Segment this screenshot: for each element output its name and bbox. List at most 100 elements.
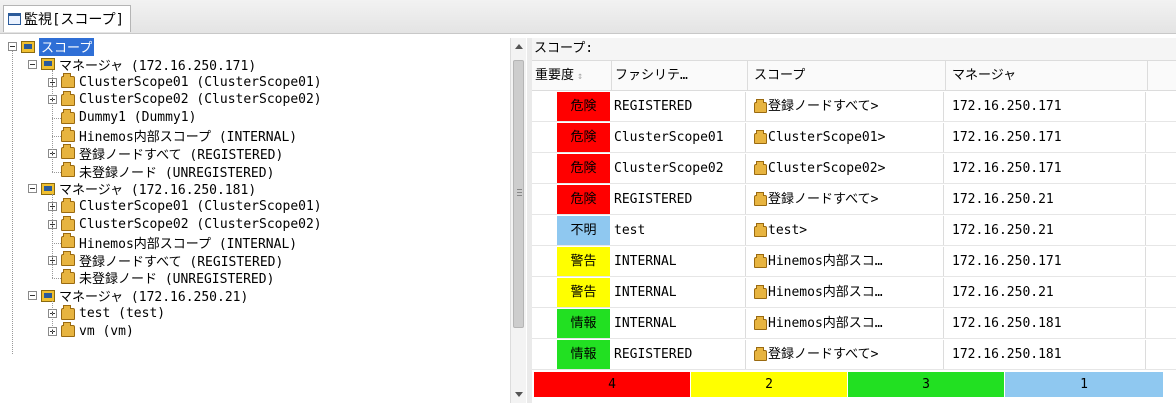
tree-node-label: ClusterScope01 (ClusterScope01) [79, 74, 322, 90]
tree-node-scope[interactable]: ClusterScope01 (ClusterScope01) [48, 197, 322, 215]
tree-node-label: マネージャ (172.16.250.171) [59, 58, 257, 74]
column-header-filler [1148, 61, 1176, 91]
scope-folder-icon [61, 126, 75, 142]
manager-icon [21, 40, 35, 53]
tree-node-label: ClusterScope01 (ClusterScope01) [79, 199, 322, 215]
facility-cell: REGISTERED [612, 185, 746, 214]
manager-cell: 172.16.250.181 [946, 309, 1146, 338]
scope-cell: Hinemos内部スコ… [748, 278, 944, 307]
tree-node-scope[interactable]: 未登録ノード (UNREGISTERED) [48, 268, 274, 287]
collapse-icon[interactable] [8, 42, 17, 51]
scope-tree[interactable]: スコープ マネージャ (172.16.250.171) ClusterScope01… [8, 38, 510, 403]
tree-node-scope[interactable]: ClusterScope02 (ClusterScope02) [48, 90, 322, 108]
column-header-facility[interactable]: ファシリテ… [612, 61, 748, 91]
tree-node-scope[interactable]: Hinemos内部スコープ (INTERNAL) [48, 126, 298, 145]
table-row[interactable]: 危険 REGISTERED 登録ノードすべて> 172.16.250.171 [532, 91, 1176, 122]
table-row[interactable]: 危険 REGISTERED 登録ノードすべて> 172.16.250.21 [532, 184, 1176, 215]
tree-node-scope[interactable]: Hinemos内部スコープ (INTERNAL) [48, 233, 297, 252]
severity-badge: 危険 [557, 123, 610, 152]
tree-node-label: ClusterScope02 (ClusterScope02) [79, 217, 322, 232]
severity-summary-bar: 4231 [534, 372, 1164, 397]
scope-folder-icon [754, 347, 767, 361]
scope-folder-icon [61, 162, 75, 178]
tree-node-scope[interactable]: vm (vm) [48, 322, 134, 340]
table-row[interactable]: 警告 INTERNAL Hinemos内部スコ… 172.16.250.171 [532, 246, 1176, 277]
view-titlebar: 監視[スコープ] [0, 0, 1176, 34]
tree-scrollbar[interactable] [510, 38, 526, 403]
facility-cell: test [612, 216, 746, 245]
scope-folder-icon [61, 108, 75, 124]
tree-node-label: Hinemos内部スコープ (INTERNAL) [79, 130, 298, 145]
table-row[interactable]: 情報 REGISTERED 登録ノードすべて> 172.16.250.181 [532, 339, 1176, 370]
tree-node-label: vm (vm) [79, 323, 134, 339]
tree-node-label: ClusterScope02 (ClusterScope02) [79, 92, 322, 108]
scope-cell: Hinemos内部スコ… [748, 247, 944, 276]
severity-count-cell: 1 [1005, 372, 1164, 397]
severity-badge: 警告 [557, 247, 610, 276]
manager-cell: 172.16.250.181 [946, 340, 1146, 369]
view-tab[interactable]: 監視[スコープ] [3, 5, 132, 32]
scope-folder-icon [754, 130, 767, 144]
table-row[interactable]: 不明 test test> 172.16.250.21 [532, 215, 1176, 246]
monitor-scope-view: 監視[スコープ] スコープ マネージャ (172.16.250.171) Clust… [0, 0, 1176, 403]
manager-cell: 172.16.250.171 [946, 123, 1146, 152]
manager-cell: 172.16.250.21 [946, 185, 1146, 214]
tree-node-manager[interactable]: マネージャ (172.16.250.21) [28, 287, 249, 306]
tree-node-scope[interactable]: 登録ノードすべて (REGISTERED) [48, 144, 283, 163]
severity-badge: 警告 [557, 278, 610, 307]
manager-icon [41, 58, 55, 71]
severity-count-cell: 2 [691, 372, 848, 397]
manager-cell: 172.16.250.21 [946, 216, 1146, 245]
scope-cell: Hinemos内部スコ… [748, 309, 944, 338]
scope-cell: 登録ノードすべて> [748, 185, 944, 214]
tree-node-manager[interactable]: マネージャ (172.16.250.171) [28, 56, 257, 74]
facility-cell: INTERNAL [612, 309, 746, 338]
tree-node-label: 未登録ノード (UNREGISTERED) [79, 165, 275, 181]
manager-cell: 172.16.250.21 [946, 278, 1146, 307]
sort-icon: ↕ [577, 71, 584, 82]
tree-node-root[interactable]: スコープ [8, 38, 95, 56]
scope-folder-icon [754, 254, 767, 268]
table-row[interactable]: 危険 ClusterScope02 ClusterScope02> 172.16.25… [532, 153, 1176, 184]
facility-cell: REGISTERED [612, 92, 746, 121]
tree-node-scope[interactable]: test (test) [48, 304, 166, 322]
table-row[interactable]: 警告 INTERNAL Hinemos内部スコ… 172.16.250.21 [532, 277, 1176, 308]
collapse-icon[interactable] [28, 59, 37, 69]
scope-cell: 登録ノードすべて> [748, 92, 944, 121]
scope-folder-icon [61, 233, 75, 249]
scope-cell: test> [748, 216, 944, 245]
column-header-severity[interactable]: 重要度 ↕ [532, 61, 612, 91]
scroll-down-icon[interactable] [515, 392, 523, 397]
tree-node-label: スコープ [39, 38, 95, 56]
tree-node-scope[interactable]: Dummy1 (Dummy1) [48, 108, 196, 126]
scroll-up-icon[interactable] [515, 44, 523, 49]
table-row[interactable]: 危険 ClusterScope01 ClusterScope01> 172.16.25… [532, 122, 1176, 153]
tree-node-label: マネージャ (172.16.250.21) [59, 290, 249, 306]
scope-folder-icon [754, 192, 767, 206]
scope-folder-icon [754, 161, 767, 175]
tree-node-scope[interactable]: 登録ノードすべて (REGISTERED) [48, 251, 283, 270]
scope-folder-icon [754, 285, 767, 299]
tree-node-label: マネージャ (172.16.250.181) [59, 183, 257, 199]
tree-node-scope[interactable]: 未登録ノード (UNREGISTERED) [48, 162, 275, 181]
column-header-manager[interactable]: マネージャ [946, 61, 1148, 91]
manager-icon [41, 182, 55, 195]
tree-node-scope[interactable]: ClusterScope02 (ClusterScope02) [48, 215, 322, 233]
tree-node-scope[interactable]: ClusterScope01 (ClusterScope01) [48, 73, 322, 91]
view-title: 監視[スコープ] [24, 12, 125, 28]
tree-node-manager[interactable]: マネージャ (172.16.250.181) [28, 180, 257, 199]
window-icon [8, 13, 21, 25]
facility-cell: REGISTERED [612, 340, 746, 369]
severity-count-cell: 3 [848, 372, 1005, 397]
table-row[interactable]: 情報 INTERNAL Hinemos内部スコ… 172.16.250.181 [532, 308, 1176, 339]
severity-badge: 危険 [557, 154, 610, 183]
scope-folder-icon [754, 99, 767, 113]
scope-folder-icon [754, 316, 767, 330]
manager-cell: 172.16.250.171 [946, 247, 1146, 276]
scroll-thumb[interactable] [513, 60, 524, 328]
column-header-scope[interactable]: スコープ [748, 61, 946, 91]
collapse-icon[interactable] [28, 291, 37, 301]
scope-folder-icon [61, 197, 75, 213]
tree-node-label: test (test) [79, 306, 166, 321]
collapse-icon[interactable] [28, 184, 37, 194]
